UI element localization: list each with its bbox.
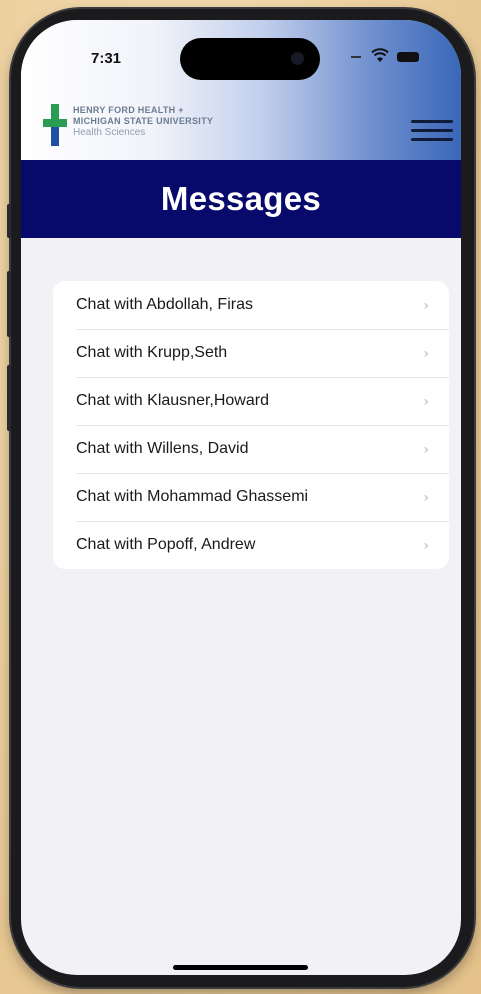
chat-row-label: Chat with Willens, David <box>76 440 249 457</box>
logo-wordmark: HENRY FORD HEALTH + MICHIGAN STATE UNIVE… <box>73 105 313 139</box>
page-title-bar: Messages <box>21 160 461 238</box>
chat-row-willens[interactable]: Chat with Willens, David › <box>53 425 449 473</box>
volume-down-button <box>7 365 11 431</box>
logo-line-henry-ford: HENRY FORD HEALTH + <box>73 105 184 115</box>
logo-line-health-sciences: Health Sciences <box>73 127 146 138</box>
chevron-right-icon: › <box>423 538 429 554</box>
chevron-right-icon: › <box>423 298 429 314</box>
wifi-icon <box>371 48 389 62</box>
logo-cross-icon <box>43 104 67 146</box>
chat-list: Chat with Abdollah, Firas › Chat with Kr… <box>53 281 449 569</box>
camera-icon <box>291 52 304 65</box>
chevron-right-icon: › <box>423 346 429 362</box>
chat-row-abdollah[interactable]: Chat with Abdollah, Firas › <box>53 281 449 329</box>
chat-row-klausner[interactable]: Chat with Klausner,Howard › <box>53 377 449 425</box>
chat-row-label: Chat with Mohammad Ghassemi <box>76 488 309 505</box>
chevron-right-icon: › <box>423 394 429 410</box>
chat-row-label: Chat with Krupp,Seth <box>76 344 228 361</box>
chat-row-label: Chat with Abdollah, Firas <box>76 296 253 313</box>
volume-up-button <box>7 271 11 337</box>
chat-row-popoff[interactable]: Chat with Popoff, Andrew › <box>53 521 449 569</box>
chat-row-krupp[interactable]: Chat with Krupp,Seth › <box>53 329 449 377</box>
signal-dash-icon <box>351 56 361 58</box>
dynamic-island <box>180 38 320 80</box>
battery-icon <box>397 52 419 62</box>
chat-row-ghassemi[interactable]: Chat with Mohammad Ghassemi › <box>53 473 449 521</box>
home-indicator[interactable] <box>173 965 308 970</box>
chat-row-label: Chat with Klausner,Howard <box>76 392 269 409</box>
page-title: Messages <box>160 180 322 217</box>
chevron-right-icon: › <box>423 490 429 506</box>
chat-row-label: Chat with Popoff, Andrew <box>76 536 256 553</box>
chevron-right-icon: › <box>423 442 429 458</box>
action-button <box>7 204 11 238</box>
app-header: 7:31 HENRY FORD HEALTH + MICHIGAN STATE … <box>21 20 461 160</box>
logo-line-msu: MICHIGAN STATE UNIVERSITY <box>73 116 214 126</box>
app-screen: 7:31 HENRY FORD HEALTH + MICHIGAN STATE … <box>21 20 461 975</box>
status-time: 7:31 <box>91 50 122 67</box>
hamburger-menu-icon[interactable] <box>411 118 453 144</box>
